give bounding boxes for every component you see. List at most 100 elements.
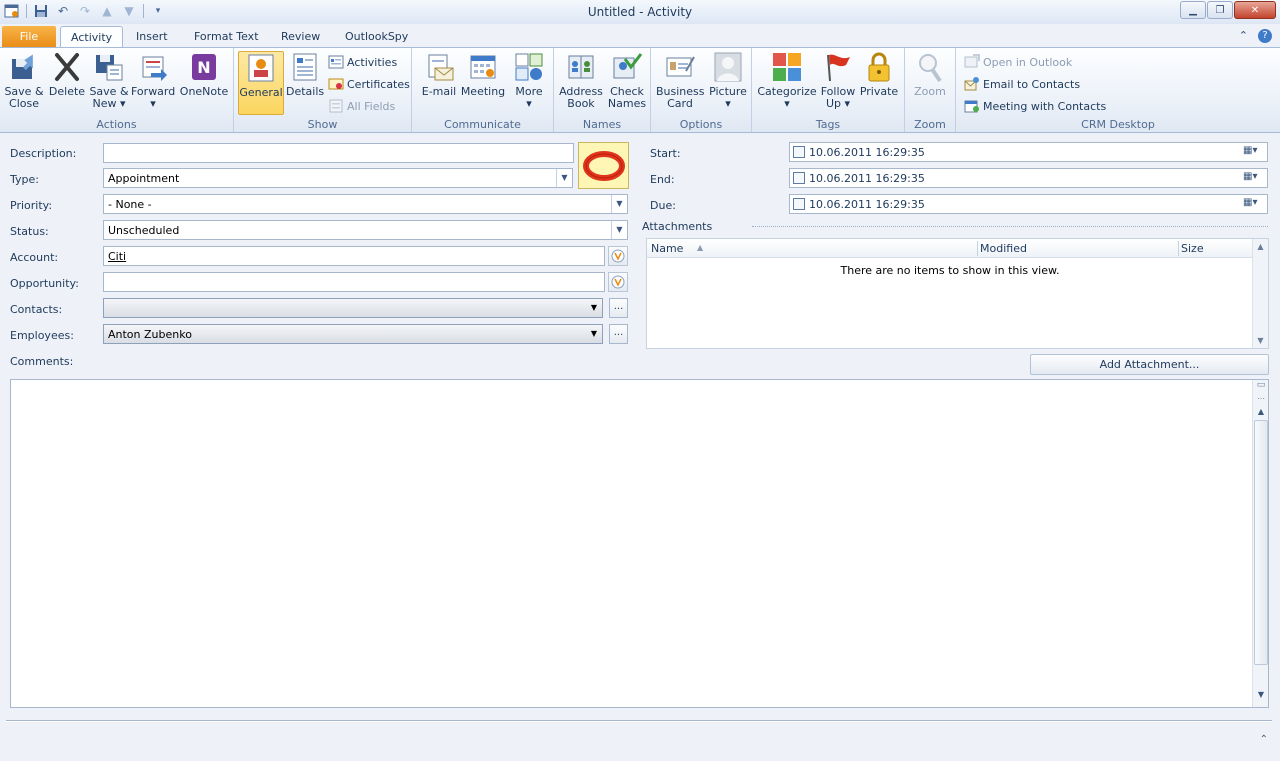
start-checkbox[interactable] <box>793 146 805 158</box>
close-button[interactable]: ✕ <box>1234 1 1276 19</box>
opportunity-input[interactable] <box>103 272 605 292</box>
general-button[interactable]: General <box>238 51 284 115</box>
help-icon[interactable]: ? <box>1258 29 1272 43</box>
contacts-label: Contacts: <box>10 303 63 316</box>
column-size[interactable]: Size <box>1181 242 1204 255</box>
type-select[interactable]: Appointment ▼ <box>103 168 573 188</box>
contacts-dropdown-icon[interactable]: ▼ <box>588 301 600 315</box>
scroll-up-icon[interactable]: ▲ <box>1254 407 1268 419</box>
activities-button[interactable]: Activities <box>328 52 397 72</box>
save-new-button[interactable]: Save & New ▾ <box>89 51 129 110</box>
account-link[interactable]: Citi <box>108 250 126 263</box>
business-card-icon <box>666 56 695 77</box>
tab-insert[interactable]: Insert <box>126 26 178 48</box>
scroll-up-icon[interactable]: ▲ <box>1253 239 1268 254</box>
calendar-dropdown-icon[interactable]: ▦▾ <box>1243 197 1263 211</box>
scroll-down-icon[interactable]: ▼ <box>1254 690 1268 702</box>
status-dropdown-icon[interactable]: ▼ <box>611 221 627 239</box>
due-checkbox[interactable] <box>793 198 805 210</box>
expand-chevron-icon[interactable]: ⌃ <box>1260 734 1268 745</box>
group-crm-desktop: Open in Outlook Email to Contacts Meetin… <box>956 48 1280 132</box>
collapse-ribbon-icon[interactable]: ⌃ <box>1239 29 1248 43</box>
follow-up-button[interactable]: Follow Up ▾ <box>818 51 858 110</box>
start-label: Start: <box>650 147 681 160</box>
group-options: Business Card Picture ▾ Options <box>651 48 752 132</box>
tab-outlookspy[interactable]: OutlookSpy <box>335 26 418 48</box>
add-attachment-button[interactable]: Add Attachment... <box>1030 354 1269 375</box>
meeting-with-contacts-button[interactable]: Meeting with Contacts <box>964 96 1106 116</box>
lock-icon <box>868 52 890 82</box>
tab-activity[interactable]: Activity <box>60 26 124 48</box>
more-button[interactable]: More ▾ <box>510 51 548 110</box>
attachments-divider <box>752 226 1268 227</box>
tab-review[interactable]: Review <box>271 26 330 48</box>
sort-ascending-icon: ▲ <box>697 243 704 252</box>
column-name[interactable]: Name <box>651 242 683 255</box>
scroll-down-icon[interactable]: ▼ <box>1253 333 1268 348</box>
onenote-button[interactable]: N OneNote <box>178 51 230 98</box>
account-input[interactable]: Citi <box>103 246 605 266</box>
red-ring-icon <box>582 150 625 181</box>
status-select[interactable]: Unscheduled ▼ <box>103 220 628 240</box>
activity-form: Description: Type: Appointment ▼ Priorit… <box>0 134 1280 761</box>
contacts-browse-button[interactable]: ... <box>609 298 628 318</box>
employees-select[interactable]: Anton Zubenko ▼ <box>103 324 603 344</box>
comments-textarea[interactable] <box>10 379 1269 708</box>
tab-format-text[interactable]: Format Text <box>184 26 269 48</box>
maximize-button[interactable]: ❐ <box>1207 1 1233 19</box>
more-icon[interactable]: ⋯ <box>1254 394 1268 406</box>
categorize-icon <box>773 53 801 81</box>
private-button[interactable]: Private <box>858 51 900 98</box>
address-book-button[interactable]: Address Book <box>559 51 603 110</box>
picture-button[interactable]: Picture ▾ <box>707 51 749 110</box>
open-in-outlook-button[interactable]: Open in Outlook <box>964 52 1072 72</box>
minimize-button[interactable]: ▁ <box>1180 1 1206 19</box>
tab-file[interactable]: File <box>2 26 56 48</box>
calendar-dropdown-icon[interactable]: ▦▾ <box>1243 145 1263 159</box>
due-date-picker[interactable]: 10.06.2011 16:29:35 ▦▾ <box>789 194 1268 214</box>
activities-icon <box>328 55 344 69</box>
window-title: Untitled - Activity <box>587 5 693 19</box>
type-dropdown-icon[interactable]: ▼ <box>556 169 572 187</box>
forward-button[interactable]: Forward ▾ <box>131 51 175 110</box>
end-date-picker[interactable]: 10.06.2011 16:29:35 ▦▾ <box>789 168 1268 188</box>
description-input[interactable] <box>103 143 574 163</box>
attachments-grid[interactable]: Name ▲ Modified Size There are no items … <box>646 238 1269 349</box>
save-close-button[interactable]: Save & Close <box>4 51 44 110</box>
all-fields-button[interactable]: All Fields <box>328 96 395 116</box>
form-bottom-divider <box>6 720 1272 722</box>
employees-browse-button[interactable]: ... <box>609 324 628 344</box>
end-checkbox[interactable] <box>793 172 805 184</box>
ribbon: Save & Close Delete Save & New ▾ Forward… <box>0 47 1280 133</box>
priority-dropdown-icon[interactable]: ▼ <box>611 195 627 213</box>
comments-scrollbar[interactable]: ▭ ⋯ ▲ ▼ <box>1252 380 1268 707</box>
meeting-button[interactable]: Meeting <box>460 51 506 98</box>
ribbon-tabs: File Activity Insert Format Text Review … <box>0 24 1280 48</box>
svg-text:N: N <box>197 58 210 77</box>
attachments-header: Attachments <box>642 220 713 233</box>
address-book-icon <box>568 55 594 79</box>
split-icon[interactable]: ▭ <box>1254 380 1268 392</box>
opportunity-label: Opportunity: <box>10 277 79 290</box>
certificates-button[interactable]: Certificates <box>328 74 410 94</box>
group-tags: Categorize ▾ Follow Up ▾ Private Tags <box>752 48 905 132</box>
calendar-dropdown-icon[interactable]: ▦▾ <box>1243 171 1263 185</box>
priority-select[interactable]: - None - ▼ <box>103 194 628 214</box>
zoom-button[interactable]: Zoom <box>910 51 950 98</box>
account-lookup-button[interactable] <box>608 246 628 266</box>
business-card-button[interactable]: Business Card <box>656 51 705 110</box>
zoom-icon <box>919 54 942 83</box>
opportunity-lookup-button[interactable] <box>608 272 628 292</box>
email-button[interactable]: E-mail <box>418 51 460 98</box>
column-modified[interactable]: Modified <box>980 242 1027 255</box>
employees-dropdown-icon[interactable]: ▼ <box>588 327 600 341</box>
details-button[interactable]: Details <box>286 51 324 98</box>
email-to-contacts-button[interactable]: Email to Contacts <box>964 74 1080 94</box>
categorize-button[interactable]: Categorize ▾ <box>756 51 818 110</box>
start-date-picker[interactable]: 10.06.2011 16:29:35 ▦▾ <box>789 142 1268 162</box>
attachments-scrollbar[interactable]: ▲ ▼ <box>1252 239 1268 348</box>
delete-button[interactable]: Delete <box>48 51 86 98</box>
scroll-thumb[interactable] <box>1254 420 1268 665</box>
contacts-select[interactable]: ▼ <box>103 298 603 318</box>
check-names-button[interactable]: Check Names <box>606 51 648 110</box>
